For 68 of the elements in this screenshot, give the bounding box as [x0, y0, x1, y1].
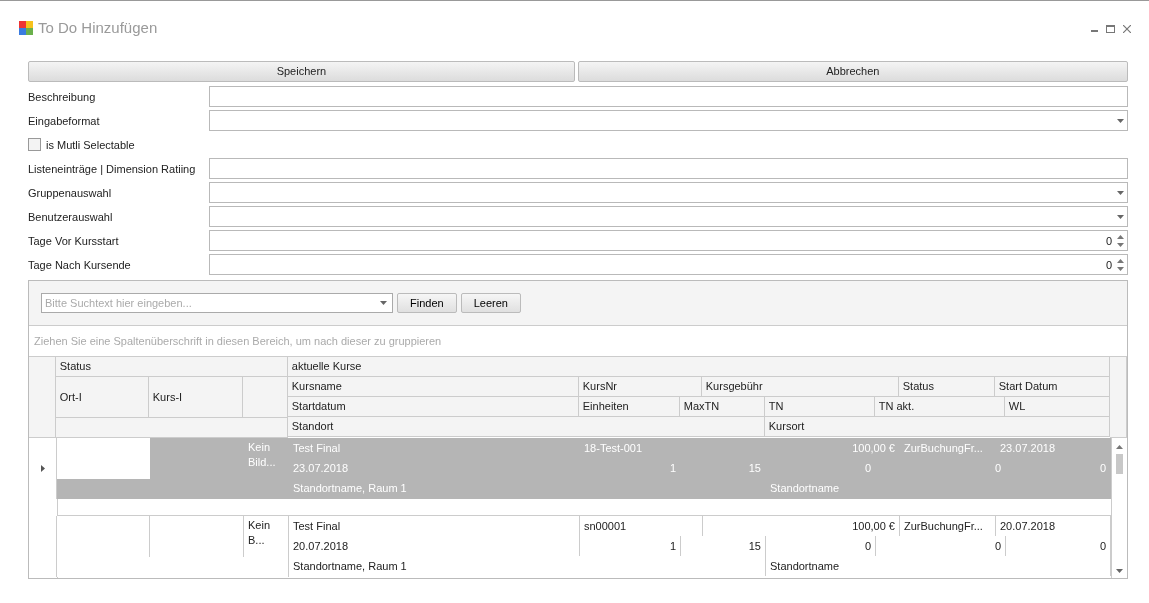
table-row[interactable]: Kein B... Test Final sn00001 100,00 € ZurBuchungFr... 20.07.2018 20.07.2018 1 15 0 0 0 Standortname, Raum 1 Standortname: [29, 515, 1111, 577]
app-icon: [19, 21, 33, 35]
table-cell: 100,00 €: [703, 515, 900, 536]
column-header: Standort: [287, 416, 765, 437]
dropdown-field[interactable]: [209, 182, 1128, 204]
table-cell: 15: [681, 535, 766, 556]
table-cell: 1: [580, 535, 681, 556]
table-cell-text: 0: [1098, 460, 1107, 476]
field-label: Listeneinträge | Dimension Ratiing: [28, 161, 197, 177]
maximize-icon: [1106, 24, 1115, 33]
dropdown-field[interactable]: [209, 206, 1128, 228]
search-button[interactable]: Finden: [397, 292, 457, 313]
column-header: Ort-I: [55, 376, 149, 418]
column-header: Kurs-I: [148, 376, 243, 418]
checkbox-label: is Mutli Selectable: [46, 137, 135, 153]
window-title: To Do Hinzufügen: [38, 17, 158, 38]
text-field[interactable]: [209, 86, 1128, 108]
table-cell-text: 0: [993, 460, 1002, 476]
table-cell-text: ZurBuchungFr...: [903, 440, 984, 456]
toolbar-button[interactable]: Speichern: [28, 61, 575, 82]
table-cell: Kein B...: [244, 515, 289, 557]
table-cell: ZurBuchungFr...: [900, 515, 996, 536]
scroll-thumb[interactable]: [1116, 453, 1123, 474]
band-header: aktuelle Kurse: [287, 356, 1110, 377]
table-cell-text: 23.07.2018: [999, 440, 1057, 456]
search-button[interactable]: Leeren: [460, 292, 521, 313]
scroll-up-icon: [1116, 444, 1123, 449]
field-label: Tage Vor Kursstart: [28, 233, 120, 249]
table-cell-text: Standortname, Raum 1: [292, 480, 408, 496]
field-label: Beschreibung: [28, 89, 97, 105]
dropdown-arrow-icon: [380, 300, 387, 305]
table-cell: sn00001: [580, 515, 703, 536]
table-cell-text: 1: [668, 460, 677, 476]
group-panel-hint: Ziehen Sie eine Spaltenüberschrift in diesen Bereich, um nach dieser zu gruppieren: [29, 325, 1127, 357]
search-field[interactable]: Bitte Suchtext hier eingeben...: [41, 292, 393, 313]
toolbar-button[interactable]: Abbrechen: [577, 61, 1128, 82]
table-cell-text: 100,00 €: [851, 440, 896, 456]
dropdown-field[interactable]: [209, 110, 1128, 132]
table-cell: Standortname, Raum 1: [289, 555, 766, 576]
spin-arrows-icon: [1117, 234, 1124, 247]
row-indicator[interactable]: [29, 437, 57, 499]
dropdown-arrow-icon: [1117, 214, 1124, 219]
table-cell-text: 0: [863, 460, 872, 476]
table-cell-text: Kein Bild...: [247, 439, 277, 470]
field-label: Eingabeformat: [28, 113, 101, 129]
close-icon: [1123, 24, 1131, 33]
spin-arrows-icon: [1117, 258, 1124, 271]
table-cell-text: Test Final: [292, 440, 342, 456]
table-cell-text: Standortname: [769, 480, 841, 496]
table-cell-text: 15: [747, 460, 762, 476]
header-cell: [242, 376, 288, 418]
field-label: Gruppenauswahl: [28, 185, 113, 201]
scroll-down-icon: [1116, 568, 1123, 573]
table-cell: Test Final: [289, 515, 580, 536]
row-pointer-icon: [40, 464, 45, 472]
dropdown-arrow-icon: [1117, 190, 1124, 195]
table-cell: 20.07.2018: [289, 535, 580, 556]
text-field[interactable]: [209, 158, 1128, 180]
spin-field[interactable]: 0: [209, 230, 1128, 252]
table-cell-text: 23.07.2018: [292, 460, 350, 476]
table-cell-text: 18-Test-001: [583, 440, 644, 456]
table-cell: 0: [766, 535, 876, 556]
table-cell: 0: [876, 535, 1006, 556]
dropdown-arrow-icon: [1117, 118, 1124, 123]
checkbox[interactable]: [28, 138, 41, 152]
spin-field[interactable]: 0: [209, 254, 1128, 276]
field-label: Benutzerauswahl: [28, 209, 114, 225]
field-label: Tage Nach Kursende: [28, 257, 132, 273]
